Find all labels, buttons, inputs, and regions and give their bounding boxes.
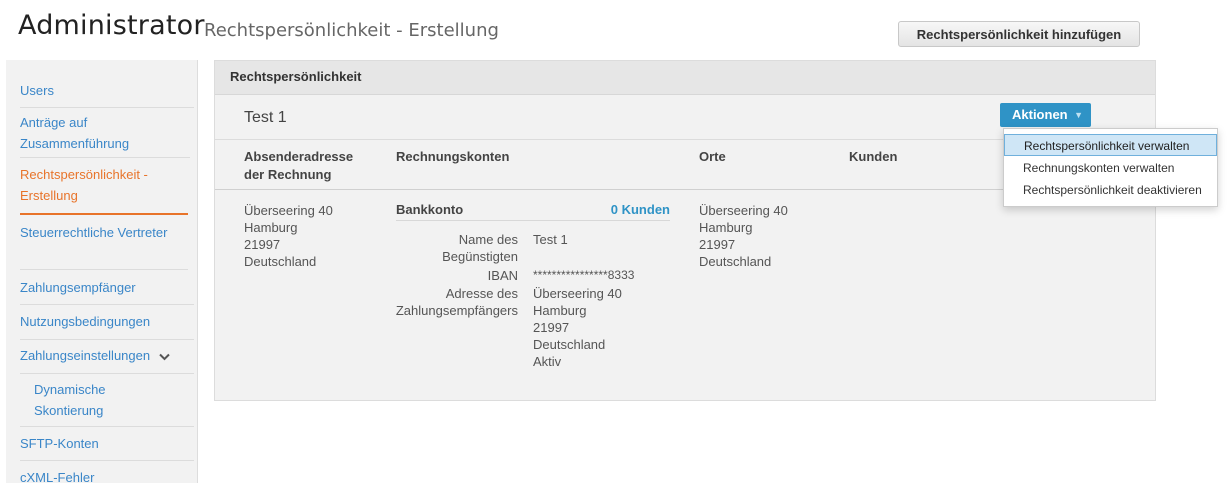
payee-address-label: Adresse des Zahlungsempfängers [395,286,518,318]
sidebar-item-label: Dynamische Skontierung [34,382,106,418]
menu-item-manage-invoice-accounts[interactable]: Rechnungskonten verwalten [1004,157,1217,179]
sidebar-item-label: SFTP-Konten [20,436,99,451]
menu-item-deactivate-legal-entity[interactable]: Rechtspersönlichkeit deaktivieren [1004,179,1217,201]
sidebar-item-label: Rechtspersönlichkeit - Erstellung [20,167,148,203]
bank-account-status: Aktiv [533,354,562,369]
page-header: Administrator Rechtspersönlichkeit - Ers… [0,0,1227,52]
sidebar-item-payees[interactable]: Zahlungsempfänger [20,270,194,305]
sidebar-item-sftp-accounts[interactable]: SFTP-Konten [20,427,194,461]
panel-title: Rechtspersönlichkeit [230,69,362,84]
actions-dropdown-menu: Rechtspersönlichkeit verwalten Rechnungs… [1003,128,1218,207]
actions-button[interactable]: Aktionen ▼ [1000,103,1091,127]
sidebar-item-tax-representatives[interactable]: Steuerrechtliche Vertreter [20,219,188,270]
address-line: Überseering 40 [244,203,333,218]
locations: Überseering 40 Hamburg 21997 Deutschland [699,202,788,270]
sidebar-item-label: Nutzungsbedingungen [20,314,151,329]
address-line: Überseering 40 [533,286,622,301]
address-line: 21997 [533,320,570,335]
address-line: Deutschland [244,254,317,269]
address-line: Deutschland [533,337,606,352]
address-line: Hamburg [533,303,587,318]
caret-down-icon: ▼ [1074,110,1083,120]
entity-name: Test 1 [244,109,287,126]
address-line: Hamburg [699,220,753,235]
legal-entity-panel: Rechtspersönlichkeit Test 1 Aktionen ▼ A… [214,60,1156,401]
address-line: 21997 [699,237,736,252]
sidebar-item-dynamic-discounting[interactable]: Dynamische Skontierung [20,376,194,427]
sidebar-item-label: Zahlungsempfänger [20,280,136,295]
beneficiary-value: Test 1 [533,232,568,247]
bank-account-title: Bankkonto [396,202,464,217]
sidebar-item-terms-of-use[interactable]: Nutzungsbedingungen [20,305,194,340]
add-legal-entity-button[interactable]: Rechtspersönlichkeit hinzufügen [898,21,1140,47]
sidebar-item-users[interactable]: Users [20,74,194,108]
sidebar-item-cxml-errors[interactable]: cXML-Fehler [20,461,194,491]
sidebar-item-label: Steuerrechtliche Vertreter [20,225,168,240]
column-header-accounts: Rechnungskonten [396,149,510,164]
column-header-locations: Orte [699,149,726,164]
payee-address: Überseering 40 Hamburg 21997 Deutschland… [533,285,622,370]
sidebar-item-payment-settings[interactable]: Zahlungseinstellungen [20,340,194,374]
sidebar: Users Anträge auf Zusammenführung Rechts… [6,60,198,485]
sidebar-item-label: Zahlungseinstellungen [20,348,151,363]
sidebar-item-label: Users [20,83,54,98]
sidebar-item-merge-requests[interactable]: Anträge auf Zusammenführung [20,107,190,158]
address-line: Überseering 40 [699,203,788,218]
address-line: Hamburg [244,220,298,235]
sidebar-item-label: Anträge auf Zusammenführung [20,115,130,151]
page-subtitle: Rechtspersönlichkeit - Erstellung [204,20,499,41]
column-header-customers: Kunden [849,149,898,164]
panel-header: Rechtspersönlichkeit [215,61,1155,95]
bank-account-header: Bankkonto 0 Kunden [396,202,670,221]
sidebar-item-legal-entity-creation[interactable]: Rechtspersönlichkeit - Erstellung [20,159,188,215]
sender-address: Überseering 40 Hamburg 21997 Deutschland [244,202,333,270]
actions-button-label: Aktionen [1012,107,1068,122]
iban-label: IBAN [487,268,518,283]
iban-value: ****************8333 [533,268,635,282]
address-line: 21997 [244,237,281,252]
address-line: Deutschland [699,254,772,269]
menu-item-manage-legal-entity[interactable]: Rechtspersönlichkeit verwalten [1004,134,1217,156]
beneficiary-label: Name des Begünstigten [442,232,518,264]
app-title: Administrator [18,10,205,41]
column-header-sender-address: Absenderadresse der Rechnung [244,149,354,182]
chevron-down-icon [159,346,170,367]
customers-count-link[interactable]: 0 Kunden [611,202,670,217]
